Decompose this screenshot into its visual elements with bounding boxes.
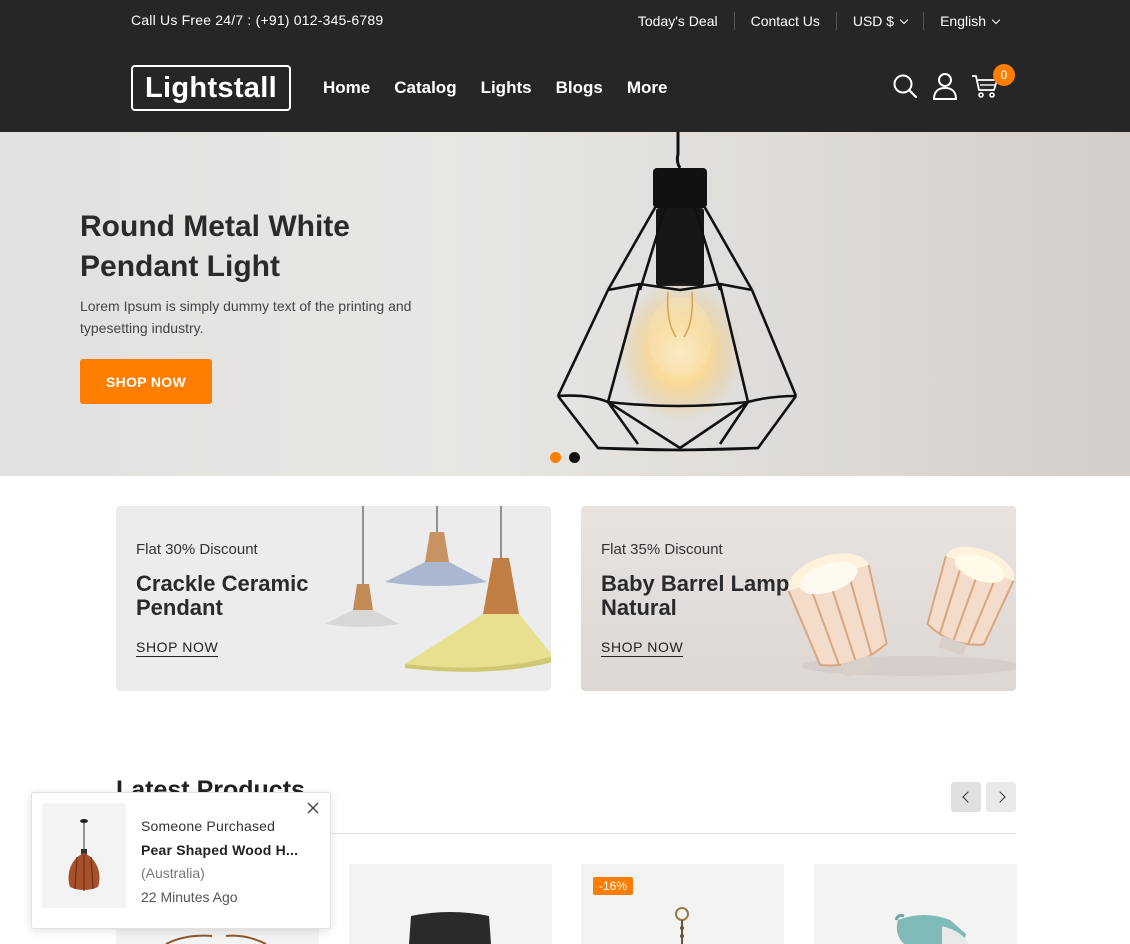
wood-pendant-image — [68, 819, 100, 891]
language-label: English — [940, 13, 986, 29]
banner-shop-now-link[interactable]: SHOP NOW — [136, 639, 219, 657]
product-image — [675, 907, 689, 944]
carousel-prev-button[interactable] — [951, 782, 981, 812]
product-card[interactable] — [814, 864, 1017, 944]
banner-title: Baby Barrel Lamp Natural — [601, 571, 790, 620]
slider-dot-2[interactable] — [569, 452, 580, 463]
search-icon[interactable] — [891, 70, 919, 102]
site-header: Call Us Free 24/7 : (+91) 012-345-6789 T… — [0, 0, 1130, 132]
pendant-lamp-image — [556, 132, 798, 452]
slider-dot-1[interactable] — [550, 452, 561, 463]
hero-slider: Round Metal White Pendant Light Lorem Ip… — [0, 132, 1130, 476]
banner-shop-now-link[interactable]: SHOP NOW — [601, 639, 684, 657]
chevron-left-icon — [961, 791, 974, 803]
popup-time: 22 Minutes Ago — [141, 889, 238, 905]
carousel-next-button[interactable] — [986, 782, 1016, 812]
site-logo[interactable]: Lightstall — [131, 65, 291, 111]
promo-banner-barrel[interactable]: Flat 35% Discount Baby Barrel Lamp Natur… — [581, 506, 1016, 691]
popup-product-thumbnail[interactable] — [42, 803, 126, 908]
close-icon[interactable] — [306, 801, 320, 815]
slider-dots — [550, 452, 580, 463]
product-card[interactable]: -16% — [581, 864, 784, 944]
chevron-down-icon — [899, 15, 909, 24]
contact-us-link[interactable]: Contact Us — [733, 12, 836, 30]
banner-title: Crackle Ceramic Pendant — [136, 571, 309, 620]
header-icons: 0 — [891, 64, 1015, 102]
currency-label: USD $ — [852, 13, 895, 29]
todays-deal-link[interactable]: Today's Deal — [622, 12, 734, 30]
top-links: Today's Deal Contact Us USD $ English — [622, 12, 1001, 30]
currency-selector[interactable]: USD $ — [835, 12, 923, 30]
discount-badge: -16% — [593, 877, 634, 895]
popup-location: (Australia) — [141, 865, 205, 881]
banner-subtitle: Flat 35% Discount — [601, 541, 723, 558]
hero-shop-now-button[interactable]: SHOP NOW — [80, 359, 212, 404]
cart-count-badge: 0 — [993, 64, 1015, 86]
nav-catalog[interactable]: Catalog — [394, 78, 456, 98]
product-image — [894, 914, 968, 944]
user-icon[interactable] — [931, 70, 959, 102]
phone-info: Call Us Free 24/7 : (+91) 012-345-6789 — [131, 12, 384, 28]
popup-product-name[interactable]: Pear Shaped Wood H... — [141, 842, 311, 858]
nav-home[interactable]: Home — [323, 78, 370, 98]
main-nav: Home Catalog Lights Blogs More — [323, 78, 667, 98]
banner-subtitle: Flat 30% Discount — [136, 541, 258, 558]
nav-lights[interactable]: Lights — [481, 78, 532, 98]
nav-more[interactable]: More — [627, 78, 668, 98]
nav-blogs[interactable]: Blogs — [556, 78, 603, 98]
chevron-down-icon — [991, 15, 1001, 24]
popup-intro: Someone Purchased — [141, 818, 276, 834]
recent-purchase-popup[interactable]: Someone Purchased Pear Shaped Wood H... … — [31, 792, 331, 929]
language-selector[interactable]: English — [923, 12, 1001, 30]
product-card[interactable] — [349, 864, 552, 944]
hero-title: Round Metal White Pendant Light — [80, 210, 350, 283]
hero-description: Lorem Ipsum is simply dummy text of the … — [80, 298, 412, 336]
promo-banner-ceramic[interactable]: Flat 30% Discount Crackle Ceramic Pendan… — [116, 506, 551, 691]
product-image — [409, 912, 491, 944]
chevron-right-icon — [993, 791, 1006, 803]
barrel-lamps-image — [787, 546, 1016, 678]
cart-button[interactable]: 0 — [971, 64, 1015, 102]
